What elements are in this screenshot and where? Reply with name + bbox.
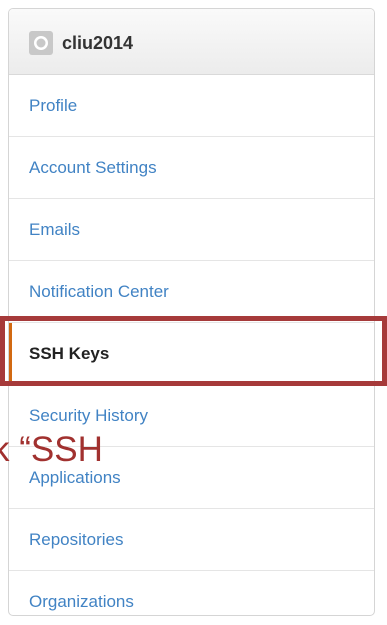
- menu-item-ssh-keys[interactable]: SSH Keys: [9, 323, 374, 385]
- settings-menu: Profile Account Settings Emails Notifica…: [9, 75, 374, 615]
- menu-item-organizations[interactable]: Organizations: [9, 571, 374, 615]
- username[interactable]: cliu2014: [62, 30, 133, 56]
- menu-item-applications[interactable]: Applications: [9, 447, 374, 509]
- menu-item-profile[interactable]: Profile: [9, 75, 374, 137]
- settings-sidebar: cliu2014 Profile Account Settings Emails…: [8, 8, 375, 616]
- menu-item-account-settings[interactable]: Account Settings: [9, 137, 374, 199]
- menu-item-repositories[interactable]: Repositories: [9, 509, 374, 571]
- menu-item-notification-center[interactable]: Notification Center: [9, 261, 374, 323]
- sidebar-header: cliu2014: [9, 9, 374, 75]
- menu-item-emails[interactable]: Emails: [9, 199, 374, 261]
- avatar[interactable]: [29, 31, 53, 55]
- github-octocat-icon: [34, 36, 48, 50]
- menu-item-security-history[interactable]: Security History: [9, 385, 374, 447]
